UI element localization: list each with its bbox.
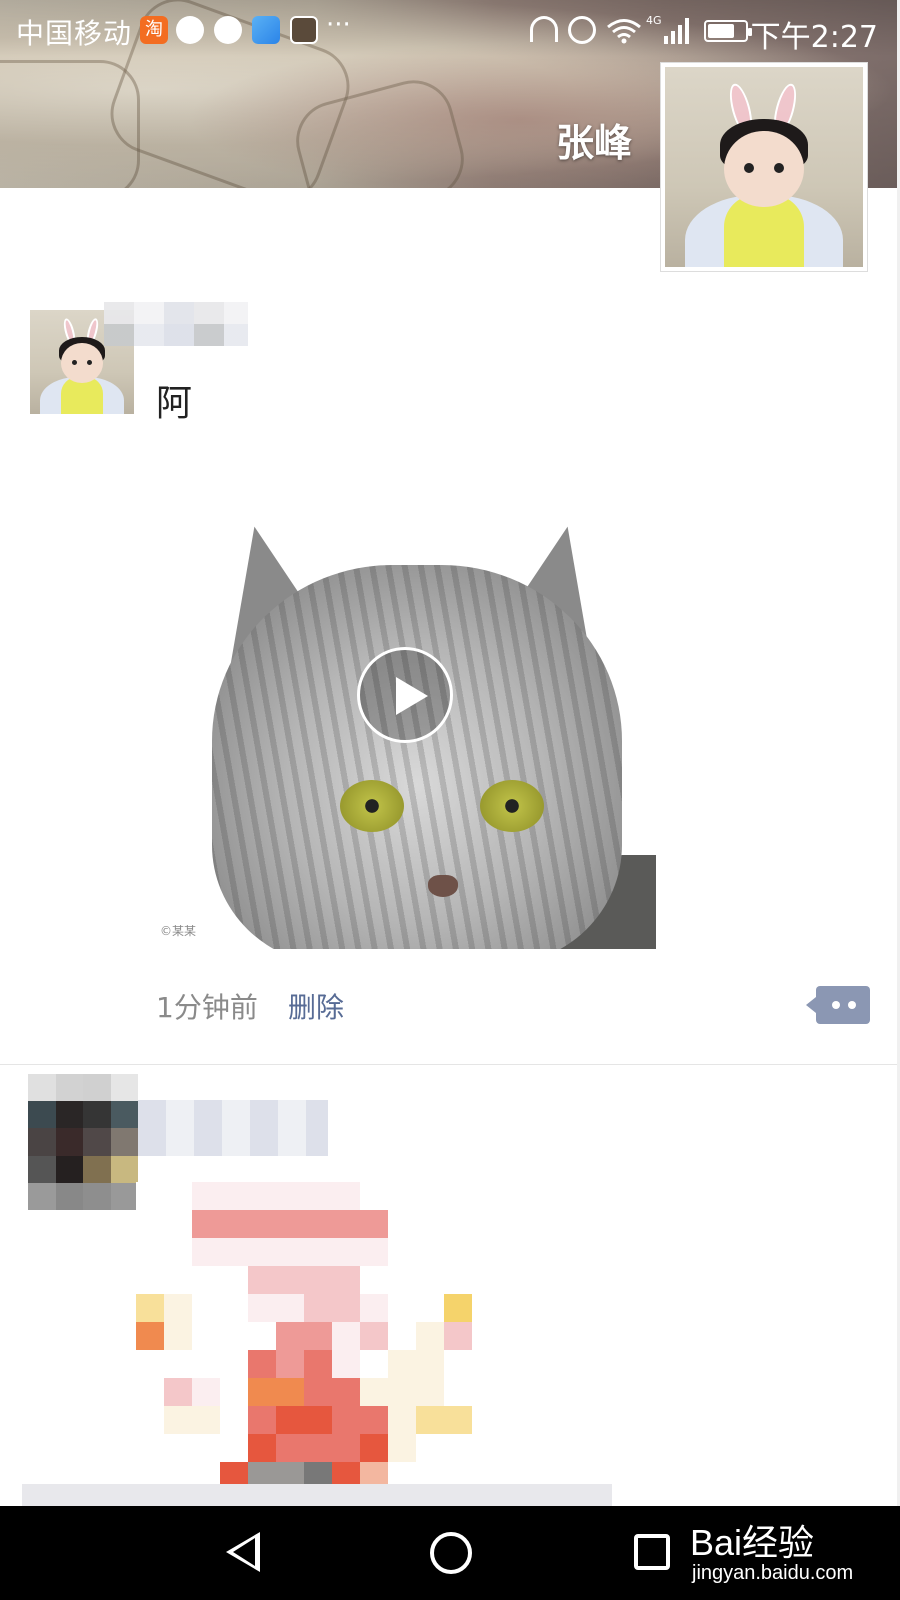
home-icon[interactable] [430,1532,472,1574]
avatar-photo [665,67,863,267]
network-type-label: 4G [646,14,662,27]
signal-icon [664,18,692,44]
post-video[interactable]: ©某某 [152,525,656,949]
video-watermark: ©某某 [160,924,197,938]
play-icon[interactable] [357,647,453,743]
taobao-icon: 淘 [140,16,168,44]
next-post-name-redacted[interactable] [138,1100,328,1156]
baidu-watermark-logo: Bai经验 [690,1522,815,1563]
wifi-icon [607,19,641,44]
message-icon [214,16,242,44]
notification-icon [176,16,204,44]
cat-eye [340,780,404,832]
more-notifications-icon: ··· [326,10,351,40]
recent-apps-icon[interactable] [634,1534,670,1570]
media-icon [290,16,318,44]
next-post-redacted-strip [22,1484,612,1506]
delete-button[interactable]: 删除 [288,986,344,1026]
navigation-bar: Bai经验 jingyan.baidu.com [0,1506,900,1600]
send-icon [252,16,280,44]
cat-eye [480,780,544,832]
next-post-avatar-redacted[interactable] [28,1074,138,1210]
baidu-watermark-url: jingyan.baidu.com [692,1562,854,1584]
post-author-name-redacted[interactable] [104,302,248,346]
post-text: 阿 [156,383,193,424]
back-icon[interactable] [226,1532,260,1572]
alarm-icon [568,16,596,44]
cat-head [212,565,622,949]
clock-label: 下午2:27 [750,20,878,55]
profile-avatar[interactable] [660,62,868,272]
carrier-label: 中国移动 [16,17,133,50]
post-divider [0,1064,900,1065]
post-timestamp: 1分钟前 [156,991,258,1024]
next-post-image-redacted[interactable] [136,1182,500,1518]
headset-icon [530,16,558,42]
profile-name[interactable]: 张峰 [556,112,632,167]
cat-nose [428,875,458,897]
status-bar: 中国移动 淘 ··· 4G 下午2:27 [0,0,900,62]
battery-icon [704,20,752,42]
comment-icon[interactable] [806,986,870,1024]
